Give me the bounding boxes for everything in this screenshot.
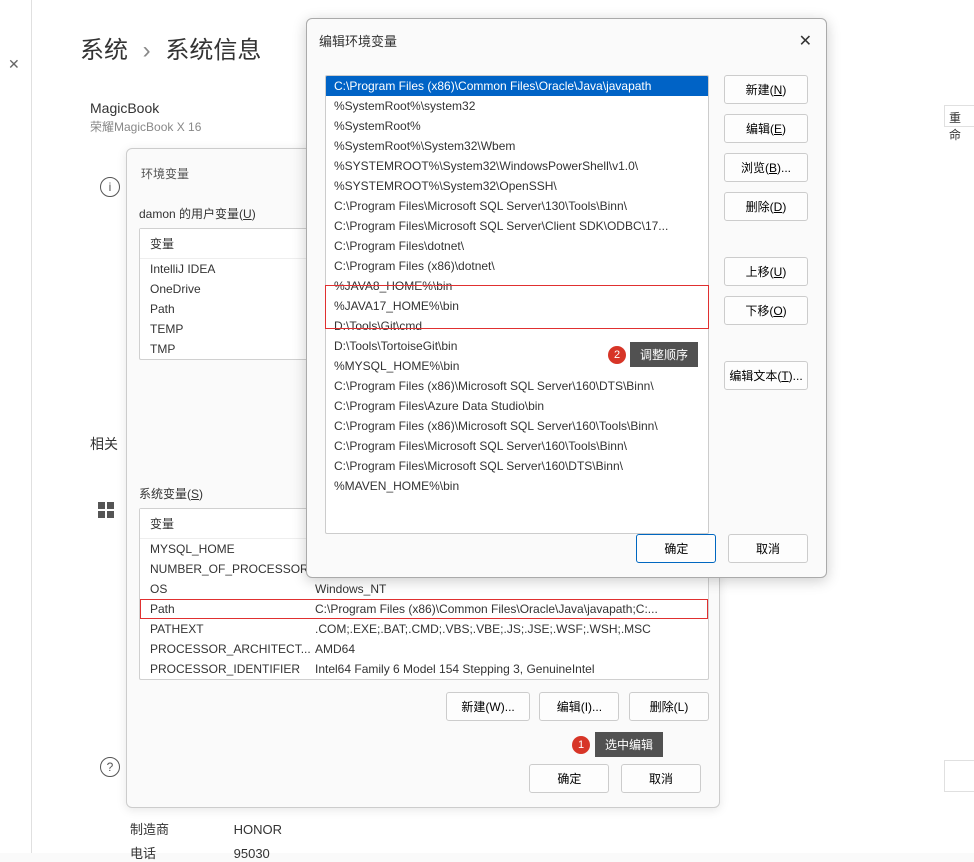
- cancel-button[interactable]: 取消: [621, 764, 701, 793]
- path-item[interactable]: C:\Program Files (x86)\dotnet\: [326, 256, 708, 276]
- browse-button[interactable]: 浏览(B)...: [724, 153, 808, 182]
- var-name: MYSQL_HOME: [150, 542, 315, 556]
- new-button[interactable]: 新建(W)...: [446, 692, 529, 721]
- grid-icon: [98, 502, 116, 520]
- var-name: NUMBER_OF_PROCESSOR: [150, 562, 315, 576]
- path-item[interactable]: %SystemRoot%\system32: [326, 96, 708, 116]
- path-item[interactable]: C:\Program Files\dotnet\: [326, 236, 708, 256]
- path-dialog-title: 编辑环境变量: [319, 31, 397, 50]
- path-item[interactable]: %SYSTEMROOT%\System32\OpenSSH\: [326, 176, 708, 196]
- var-name: PATHEXT: [150, 622, 315, 636]
- var-value: Windows_NT: [315, 582, 698, 596]
- breadcrumb-current: 系统信息: [165, 37, 261, 64]
- rename-button-truncated[interactable]: 重命: [944, 105, 974, 127]
- help-icon[interactable]: ?: [100, 757, 120, 777]
- path-item[interactable]: C:\Program Files\Azure Data Studio\bin: [326, 396, 708, 416]
- spec-value: 95030: [234, 846, 270, 861]
- new-button[interactable]: 新建(N): [724, 75, 808, 104]
- sys-vars-buttons: 新建(W)... 编辑(I)... 删除(L): [139, 692, 709, 721]
- annotation-badge-1: 1: [572, 736, 590, 754]
- close-icon[interactable]: ✕: [8, 56, 20, 73]
- var-name: OneDrive: [150, 282, 315, 296]
- path-item[interactable]: %JAVA17_HOME%\bin: [326, 296, 708, 316]
- annotation-tip-1: 选中编辑: [595, 732, 663, 757]
- side-panel: ✕: [0, 0, 32, 853]
- ok-button[interactable]: 确定: [529, 764, 609, 793]
- var-value: AMD64: [315, 642, 698, 656]
- related-section-label: 相关: [90, 434, 118, 454]
- table-row[interactable]: OSWindows_NT: [140, 579, 708, 599]
- truncated-box: [944, 760, 974, 792]
- col-variable: 变量: [150, 515, 315, 532]
- var-name: PROCESSOR_IDENTIFIER: [150, 662, 315, 676]
- spec-value: HONOR: [234, 822, 282, 837]
- edit-button[interactable]: 编辑(E): [724, 114, 808, 143]
- table-row[interactable]: PROCESSOR_ARCHITECT...AMD64: [140, 639, 708, 659]
- path-item[interactable]: C:\Program Files (x86)\Microsoft SQL Ser…: [326, 376, 708, 396]
- move-down-button[interactable]: 下移(O): [724, 296, 808, 325]
- path-item[interactable]: %SystemRoot%\System32\Wbem: [326, 136, 708, 156]
- var-name: PROCESSOR_ARCHITECT...: [150, 642, 315, 656]
- var-name: IntelliJ IDEA: [150, 262, 315, 276]
- env-dialog-title: 环境变量: [141, 165, 189, 182]
- var-name: TMP: [150, 342, 315, 356]
- edit-button[interactable]: 编辑(I)...: [539, 692, 619, 721]
- move-up-button[interactable]: 上移(U): [724, 257, 808, 286]
- breadcrumb-parent[interactable]: 系统: [80, 37, 128, 64]
- spec-row-manufacturer: 制造商 HONOR: [130, 819, 830, 838]
- var-value: .COM;.EXE;.BAT;.CMD;.VBS;.VBE;.JS;.JSE;.…: [315, 622, 698, 636]
- spec-label: 制造商: [130, 819, 230, 838]
- edit-text-button[interactable]: 编辑文本(T)...: [724, 361, 808, 390]
- col-variable: 变量: [150, 235, 315, 252]
- path-item[interactable]: %SYSTEMROOT%\System32\WindowsPowerShell\…: [326, 156, 708, 176]
- path-item[interactable]: C:\Program Files\Microsoft SQL Server\Cl…: [326, 216, 708, 236]
- table-row[interactable]: PATHEXT.COM;.EXE;.BAT;.CMD;.VBS;.VBE;.JS…: [140, 619, 708, 639]
- table-row[interactable]: PROCESSOR_IDENTIFIERIntel64 Family 6 Mod…: [140, 659, 708, 679]
- path-item[interactable]: C:\Program Files (x86)\Microsoft SQL Ser…: [326, 416, 708, 436]
- var-name: Path: [150, 602, 315, 616]
- chevron-right-icon: ›: [143, 37, 151, 64]
- var-value: Intel64 Family 6 Model 154 Stepping 3, G…: [315, 662, 698, 676]
- delete-button[interactable]: 删除(D): [724, 192, 808, 221]
- var-name: OS: [150, 582, 315, 596]
- close-icon[interactable]: ✕: [799, 31, 812, 51]
- path-item[interactable]: %MAVEN_HOME%\bin: [326, 476, 708, 496]
- dialog-bottom-buttons: 确定 取消: [521, 764, 701, 793]
- delete-button[interactable]: 删除(L): [629, 692, 709, 721]
- path-item[interactable]: %JAVA8_HOME%\bin: [326, 276, 708, 296]
- var-name: Path: [150, 302, 315, 316]
- path-item[interactable]: C:\Program Files\Microsoft SQL Server\16…: [326, 456, 708, 476]
- path-item[interactable]: C:\Program Files (x86)\Common Files\Orac…: [326, 76, 708, 96]
- table-row[interactable]: PathC:\Program Files (x86)\Common Files\…: [140, 599, 708, 619]
- ok-button[interactable]: 确定: [636, 534, 716, 563]
- path-bottom-buttons: 确定 取消: [628, 534, 808, 563]
- annotation-badge-2: 2: [608, 346, 626, 364]
- var-value: C:\Program Files (x86)\Common Files\Orac…: [315, 602, 698, 616]
- cancel-button[interactable]: 取消: [728, 534, 808, 563]
- annotation-tip-2: 调整顺序: [630, 342, 698, 367]
- path-buttons-column: 新建(N) 编辑(E) 浏览(B)... 删除(D) 上移(U) 下移(O) 编…: [724, 75, 808, 400]
- path-item[interactable]: C:\Program Files\Microsoft SQL Server\13…: [326, 196, 708, 216]
- path-item[interactable]: D:\Tools\Git\cmd: [326, 316, 708, 336]
- path-list[interactable]: C:\Program Files (x86)\Common Files\Orac…: [325, 75, 709, 534]
- var-name: TEMP: [150, 322, 315, 336]
- edit-path-dialog: 编辑环境变量 ✕ C:\Program Files (x86)\Common F…: [306, 18, 827, 578]
- path-item[interactable]: C:\Program Files\Microsoft SQL Server\16…: [326, 436, 708, 456]
- info-icon: i: [100, 177, 120, 197]
- path-item[interactable]: %SystemRoot%: [326, 116, 708, 136]
